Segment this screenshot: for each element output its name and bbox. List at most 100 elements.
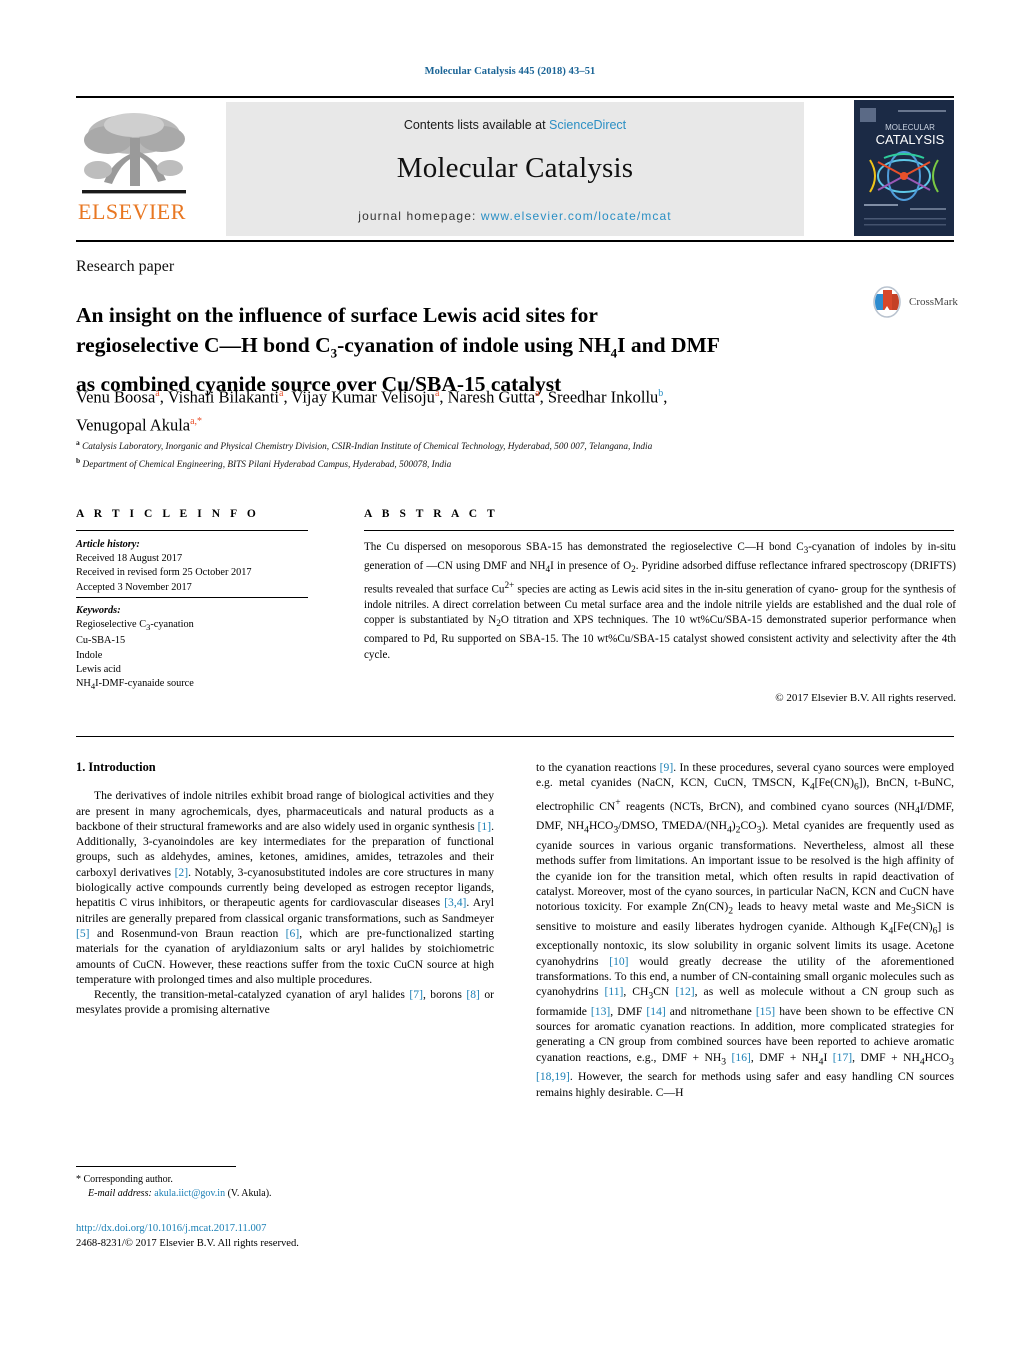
- citation-ref[interactable]: [14]: [646, 1005, 665, 1018]
- citation-ref[interactable]: [17]: [833, 1051, 852, 1064]
- body-paragraph: to the cyanation reactions [9]. In these…: [536, 761, 955, 1099]
- affiliation-item: a Catalysis Laboratory, Inorganic and Ph…: [76, 436, 926, 454]
- keyword-item: Regioselective C3-cyanation: [76, 619, 194, 633]
- author-name: Vishali Bilakanti: [167, 387, 279, 407]
- body-paragraph: Recently, the transition-metal-catalyzed…: [76, 988, 494, 1017]
- citation-ref[interactable]: [12]: [675, 985, 694, 998]
- email-link[interactable]: akula.iict@gov.in: [154, 1188, 225, 1199]
- body-paragraph: The derivatives of indole nitriles exhib…: [76, 789, 495, 986]
- citation-ref[interactable]: [1]: [478, 820, 492, 833]
- keyword-item: Lewis acid: [76, 663, 121, 675]
- elsevier-logo: ELSEVIER: [78, 108, 196, 230]
- crossmark-badge[interactable]: CrossMark: [872, 286, 958, 320]
- keywords-block: Keywords: Regioselective C3-cyanation Cu…: [76, 604, 326, 693]
- author-affiliation-marker: b: [658, 388, 664, 399]
- author-affiliation-marker: a: [434, 388, 440, 399]
- citation-ref[interactable]: [9]: [660, 761, 674, 774]
- footnote-divider: [76, 1166, 236, 1167]
- email-label: E-mail address:: [88, 1187, 152, 1199]
- affiliation-item: b Department of Chemical Engineering, BI…: [76, 454, 926, 472]
- citation-ref[interactable]: [15]: [756, 1005, 775, 1018]
- author-name: Vijay Kumar Velisoju: [291, 387, 435, 407]
- masthead-center-panel: Contents lists available at ScienceDirec…: [226, 102, 804, 236]
- author-list: Venu Boosaa, Vishali Bilakantia, Vijay K…: [76, 387, 668, 435]
- issn-copyright-line: 2468-8231/© 2017 Elsevier B.V. All right…: [76, 1237, 299, 1249]
- author-name: Naresh Gutta: [447, 387, 536, 407]
- author-affiliation-marker: a: [279, 388, 284, 399]
- article-history-label: Article history:: [76, 539, 140, 550]
- history-item: Received in revised form 25 October 2017: [76, 567, 252, 579]
- title-line-1: An insight on the influence of surface L…: [76, 303, 598, 328]
- doi-block: http://dx.doi.org/10.1016/j.mcat.2017.11…: [76, 1222, 496, 1251]
- title-line-2a: regioselective C: [76, 333, 220, 358]
- running-head: Molecular Catalysis 445 (2018) 43–51: [424, 66, 596, 77]
- crossmark-label: CrossMark: [909, 296, 958, 308]
- crossmark-icon: [873, 286, 901, 318]
- citation-ref[interactable]: [16]: [732, 1051, 751, 1064]
- keyword-item: Indole: [76, 649, 103, 661]
- keywords-label: Keywords:: [76, 605, 121, 616]
- affiliation-marker: b: [76, 456, 81, 466]
- citation-ref[interactable]: [7]: [409, 988, 423, 1001]
- body-column-left: 1. Introduction The derivatives of indol…: [76, 760, 494, 1018]
- article-history: Article history: Received 18 August 2017…: [76, 538, 326, 595]
- svg-text:CATALYSIS: CATALYSIS: [876, 132, 945, 147]
- citation-ref[interactable]: [5]: [76, 927, 90, 940]
- homepage-prefix: journal homepage:: [358, 209, 481, 223]
- journal-title: Molecular Catalysis: [396, 152, 634, 184]
- paper-page: Molecular Catalysis 445 (2018) 43–51 ELS…: [0, 0, 1020, 1351]
- contents-prefix: Contents lists available at: [403, 118, 550, 132]
- citation-ref[interactable]: [3,4]: [444, 896, 466, 909]
- author-affiliation-marker: a: [155, 388, 160, 399]
- cover-artwork-icon: MOLECULAR CATALYSIS: [854, 100, 954, 236]
- affiliation-marker: a: [76, 438, 80, 447]
- affiliation-text: Catalysis Laboratory, Inorganic and Phys…: [82, 442, 653, 453]
- email-suffix: (V. Akula).: [227, 1187, 272, 1199]
- abstract-text: The Cu dispersed on mesoporous SBA-15 ha…: [364, 541, 956, 661]
- affiliation-list: a Catalysis Laboratory, Inorganic and Ph…: [76, 436, 926, 472]
- corresponding-author-marker: a,*: [190, 415, 203, 427]
- author-name: Sreedhar Inkollu: [547, 387, 659, 407]
- info-divider: [76, 530, 308, 531]
- section-number: 1.: [76, 760, 86, 774]
- email-line: E-mail address: akula.iict@gov.in (V. Ak…: [76, 1187, 496, 1201]
- citation-ref[interactable]: [2]: [175, 866, 189, 879]
- section-heading-introduction: 1. Introduction: [76, 760, 494, 775]
- elsevier-tree-icon: [82, 113, 186, 194]
- abstract-heading: A B S T R A C T: [364, 508, 499, 520]
- citation-ref[interactable]: [18,19]: [536, 1070, 570, 1083]
- keyword-item: Cu-SBA-15: [76, 635, 126, 647]
- journal-cover-thumbnail: MOLECULAR CATALYSIS: [854, 100, 954, 236]
- citation-ref[interactable]: [8]: [466, 988, 480, 1001]
- info-block-bottom-rule: [76, 736, 954, 737]
- citation-ref[interactable]: [11]: [604, 985, 623, 998]
- homepage-url-link[interactable]: www.elsevier.com/locate/mcat: [481, 209, 672, 223]
- contents-available-line: Contents lists available at ScienceDirec…: [226, 118, 804, 132]
- citation-ref[interactable]: [6]: [286, 927, 300, 940]
- sciencedirect-link[interactable]: ScienceDirect: [549, 118, 626, 132]
- svg-text:MOLECULAR: MOLECULAR: [885, 123, 935, 132]
- doi-link[interactable]: http://dx.doi.org/10.1016/j.mcat.2017.11…: [76, 1222, 496, 1237]
- title-line-2c: -cyanation of indole using NH: [337, 333, 611, 358]
- article-info-heading: A R T I C L E I N F O: [76, 508, 260, 520]
- elsevier-wordmark: ELSEVIER: [78, 199, 186, 224]
- abstract-divider: [364, 530, 954, 531]
- citation-ref[interactable]: [13]: [591, 1005, 610, 1018]
- journal-masthead: ELSEVIER Contents lists available at Sci…: [76, 96, 954, 242]
- abstract-copyright: © 2017 Elsevier B.V. All rights reserved…: [775, 692, 956, 704]
- keywords-divider: [76, 597, 308, 598]
- history-item: Accepted 3 November 2017: [76, 581, 192, 593]
- corresponding-label: Corresponding author.: [83, 1174, 173, 1185]
- history-item: Received 18 August 2017: [76, 553, 183, 565]
- body-column-right: to the cyanation reactions [9]. In these…: [536, 760, 954, 1100]
- title-line-2b: H bond C: [240, 333, 331, 358]
- author-name: Venu Boosa: [76, 387, 156, 407]
- keyword-item: NH4I-DMF-cyanaide source: [76, 678, 194, 692]
- author-affiliation-marker: a: [535, 388, 540, 399]
- corresponding-author-footnote: * Corresponding author. E-mail address: …: [76, 1173, 496, 1200]
- article-type-label: Research paper: [76, 258, 175, 275]
- affiliation-text: Department of Chemical Engineering, BITS…: [82, 460, 452, 471]
- citation-ref[interactable]: [10]: [609, 955, 628, 968]
- title-bond-dash: —: [219, 333, 241, 358]
- section-title: Introduction: [88, 760, 156, 774]
